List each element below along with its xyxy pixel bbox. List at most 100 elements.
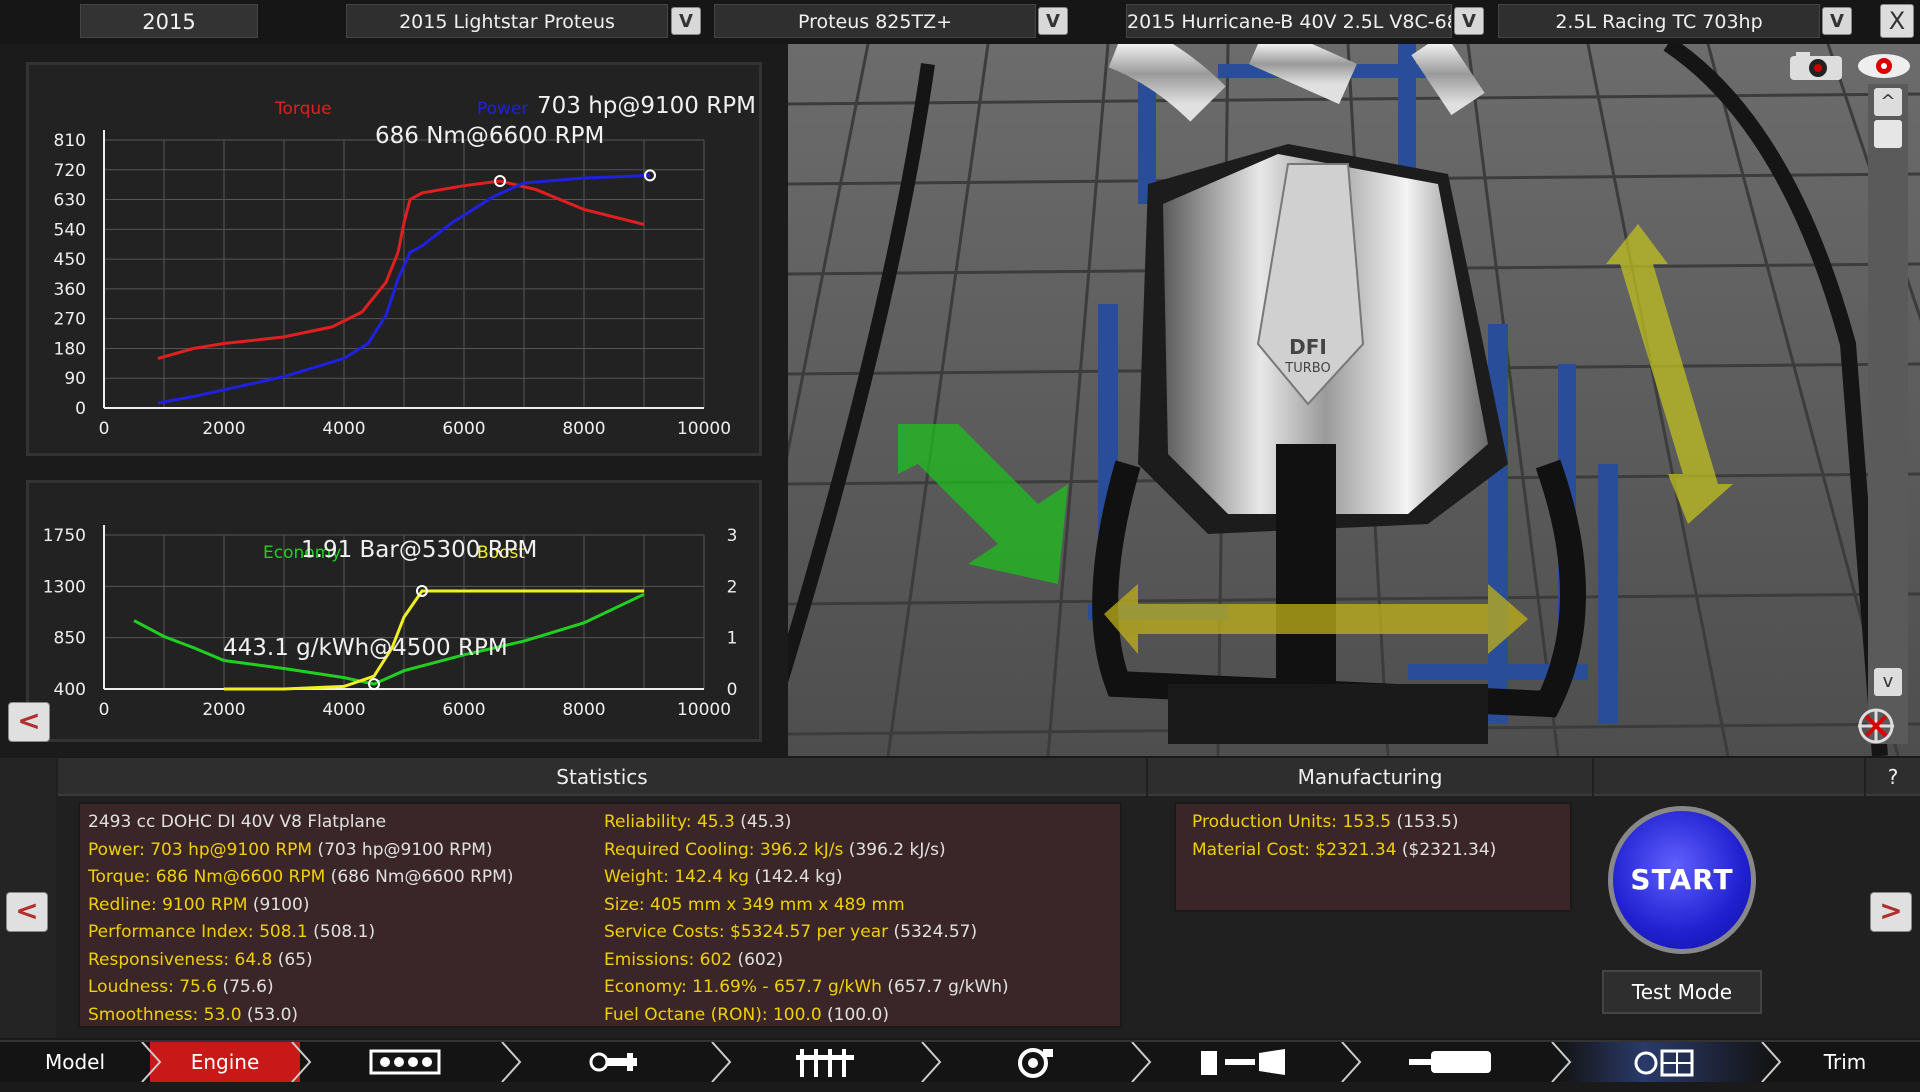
trim-dropdown-button[interactable]: V: [1038, 7, 1068, 35]
manufacturing-header: Manufacturing: [1148, 758, 1592, 796]
tab-fuel-system[interactable]: [1140, 1042, 1350, 1082]
boost-peak-label: 1.91 Bar@5300 RPM: [301, 537, 538, 563]
model-family-select[interactable]: 2015 Lightstar Proteus: [346, 4, 668, 38]
chevron-right-icon: [1761, 1042, 1782, 1082]
stat-potential: (5324.57): [888, 922, 978, 942]
trim-select[interactable]: Proteus 825TZ+: [714, 4, 1036, 38]
y-tick-label: 400: [54, 680, 86, 700]
prev-page-button[interactable]: <: [6, 892, 48, 932]
tab-exhaust[interactable]: [1350, 1042, 1560, 1082]
stat-line: Service Costs: $5324.57 per year (5324.5…: [604, 922, 977, 942]
scroll-down-button[interactable]: v: [1874, 668, 1902, 696]
engine-variant-dropdown-button[interactable]: V: [1822, 7, 1852, 35]
y-tick-label: 810: [54, 131, 86, 151]
camera-icon[interactable]: [1788, 50, 1844, 82]
stat-potential: (686 Nm@6600 RPM): [325, 867, 514, 887]
engine-variant-select[interactable]: 2.5L Racing TC 703hp: [1498, 4, 1820, 38]
engine-cover-text: DFI: [1289, 335, 1327, 359]
stat-value: Required Cooling: 396.2 kJ/s: [604, 839, 844, 860]
stat-line: Weight: 142.4 kg (142.4 kg): [604, 867, 842, 887]
y-tick-label: 0: [75, 399, 86, 419]
engine-family-dropdown-button[interactable]: V: [1454, 7, 1484, 35]
stat-potential: (53.0): [241, 1004, 299, 1025]
chevron-right-icon: [501, 1042, 522, 1082]
chevron-right-icon: [141, 1042, 162, 1082]
year-field[interactable]: 2015: [80, 4, 258, 38]
engine-3d-view[interactable]: DFI TURBO ^ v: [788, 44, 1920, 756]
power-peak-label: 703 hp@9100 RPM: [537, 93, 756, 119]
chevron-right-icon: [291, 1042, 312, 1082]
stat-value: Loudness: 75.6: [88, 977, 218, 997]
close-button[interactable]: X: [1880, 4, 1914, 38]
stat-value: Service Costs: $5324.57 per year: [604, 922, 889, 942]
x-tick-label: 2000: [202, 419, 245, 439]
tab-head[interactable]: [510, 1042, 720, 1082]
turbo-icon: [1018, 1048, 1053, 1078]
x-tick-label: 4000: [322, 700, 365, 720]
stat-line: Smoothness: 53.0 (53.0): [88, 1005, 298, 1025]
tab-turbo[interactable]: [930, 1042, 1140, 1082]
stat-value: Fuel Octane (RON): 100.0: [604, 1004, 822, 1025]
stat-value: Reliability: 45.3: [604, 812, 735, 832]
stat-potential: (65): [272, 949, 313, 970]
stat-potential: (75.6): [217, 977, 274, 997]
stat-potential: (153.5): [1391, 812, 1459, 832]
stat-line: Production Units: 153.5 (153.5): [1192, 812, 1458, 832]
stat-value: 2493 cc DOHC DI 40V V8 Flatplane: [88, 812, 387, 832]
stat-value: Power: 703 hp@9100 RPM: [88, 839, 313, 860]
reset-view-icon[interactable]: [1848, 704, 1904, 748]
stat-line: Performance Index: 508.1 (508.1): [88, 922, 375, 942]
tab-model[interactable]: Model: [0, 1042, 150, 1082]
y-tick-label: 90: [64, 369, 86, 389]
eye-icon[interactable]: [1856, 52, 1912, 80]
controls-header: [1594, 758, 1864, 796]
stat-line: Loudness: 75.6 (75.6): [88, 977, 274, 997]
stat-value: Performance Index: 508.1: [88, 922, 308, 942]
stat-line: Material Cost: $2321.34 ($2321.34): [1192, 840, 1496, 860]
next-page-button[interactable]: >: [1870, 892, 1912, 932]
x-tick-label: 6000: [442, 700, 485, 720]
graphs-collapse-button[interactable]: <: [8, 702, 50, 742]
y2-tick-label: 2: [727, 577, 738, 597]
tab-bottom-end[interactable]: [720, 1042, 930, 1082]
economy-boost-graph-panel: 1750 1300 850 400 3 2 1 0 0 2000 4000 6000 8000 10000…: [26, 480, 762, 742]
x-tick-label: 6000: [442, 419, 485, 439]
tab-tuning[interactable]: [1560, 1042, 1770, 1082]
engine-family-select[interactable]: 2015 Hurricane-B 40V 2.5L V8C-68: [1126, 4, 1452, 38]
model-family-dropdown-button[interactable]: V: [671, 7, 701, 35]
tab-block[interactable]: [300, 1042, 510, 1082]
x-tick-label: 0: [99, 700, 110, 720]
stat-value: Production Units: 153.5: [1192, 812, 1392, 832]
x-tick-label: 4000: [322, 419, 365, 439]
help-button[interactable]: ?: [1866, 758, 1920, 796]
y-tick-label: 540: [54, 220, 86, 240]
zoom-scrollbar[interactable]: [1868, 84, 1908, 744]
statistics-box: 2493 cc DOHC DI 40V V8 Flatplane Power: 7…: [78, 802, 1122, 1028]
scroll-up-button[interactable]: ^: [1874, 88, 1902, 116]
stat-value: Responsiveness: 64.8: [88, 949, 273, 970]
start-button[interactable]: START: [1608, 806, 1756, 954]
stat-potential: (703 hp@9100 RPM): [312, 839, 493, 860]
x-tick-label: 2000: [202, 700, 245, 720]
engine-render: DFI TURBO: [788, 44, 1920, 756]
x-tick-label: 8000: [562, 419, 605, 439]
torque-power-graph-panel: 810 720 630 540 450 360 270 180 90 0 0 2000 4000 6000…: [26, 62, 762, 456]
stat-line: Economy: 11.69% - 657.7 g/kWh (657.7 g/k…: [604, 977, 1009, 997]
stat-line: Emissions: 602 (602): [604, 950, 783, 970]
test-mode-button[interactable]: Test Mode: [1602, 970, 1762, 1014]
stat-value: Material Cost: $2321.34: [1192, 839, 1397, 860]
tab-trim[interactable]: Trim: [1770, 1042, 1920, 1082]
fuel-system-icon: [1201, 1049, 1285, 1075]
y-tick-label: 360: [54, 280, 86, 300]
tab-engine[interactable]: Engine: [150, 1042, 300, 1082]
stat-value: Smoothness: 53.0: [88, 1004, 242, 1025]
stat-potential: (508.1): [307, 922, 376, 942]
torque-peak-label: 686 Nm@6600 RPM: [375, 123, 605, 149]
stat-line: Required Cooling: 396.2 kJ/s (396.2 kJ/s…: [604, 840, 946, 860]
stat-line: Reliability: 45.3 (45.3): [604, 812, 791, 832]
chevron-right-icon: [1341, 1042, 1362, 1082]
y-tick-label: 180: [54, 339, 86, 359]
scroll-thumb[interactable]: [1874, 120, 1902, 148]
manufacturing-box: Production Units: 153.5 (153.5) Material …: [1174, 802, 1572, 912]
chevron-right-icon: [711, 1042, 732, 1082]
